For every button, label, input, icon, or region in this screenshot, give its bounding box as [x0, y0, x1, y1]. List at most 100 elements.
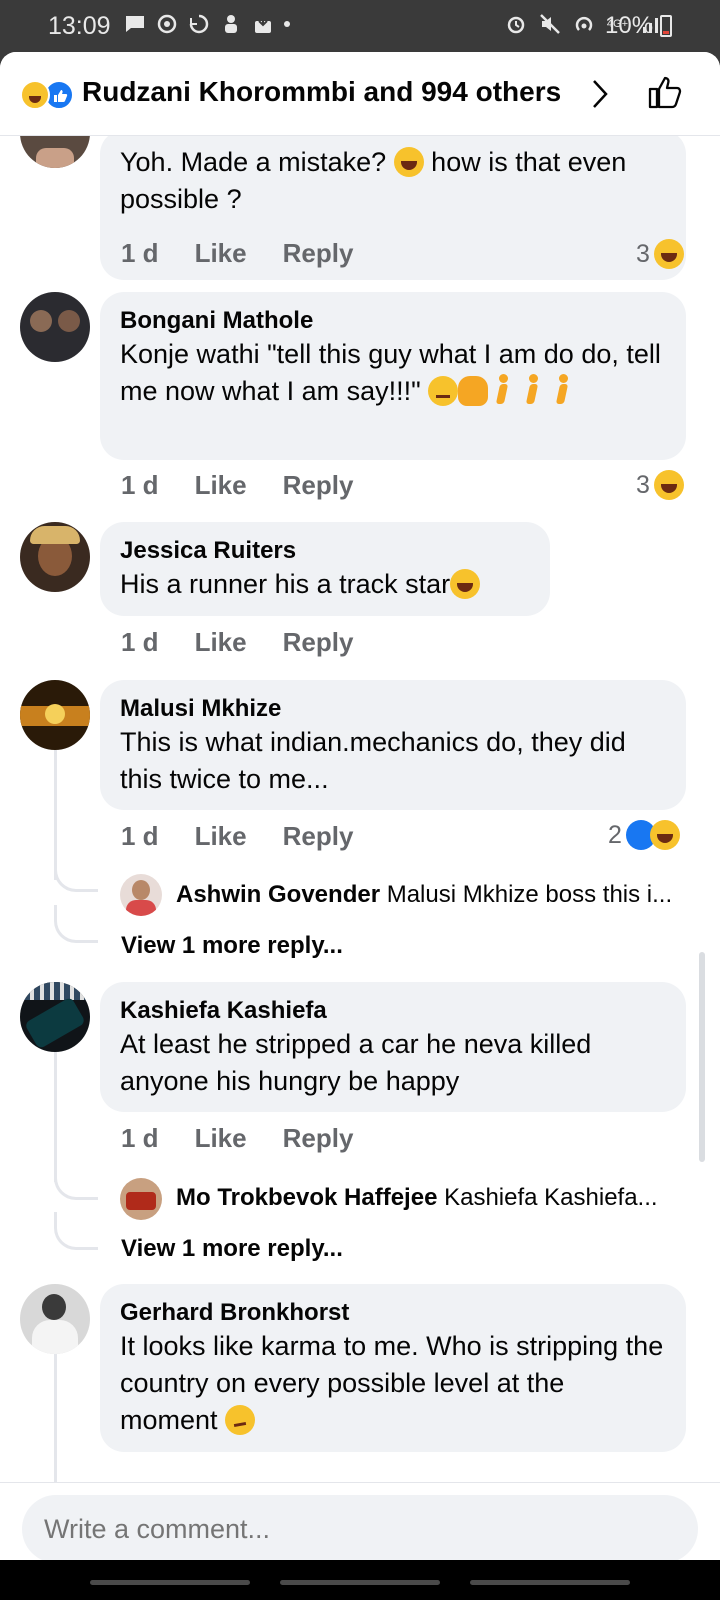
nav-home[interactable] [280, 1580, 440, 1585]
reply-preview[interactable]: Ashwin Govender Malusi Mkhize boss this … [176, 881, 696, 909]
alarm-icon [507, 16, 525, 34]
nav-back[interactable] [470, 1580, 630, 1585]
thread-connector [54, 905, 98, 943]
commenter-name[interactable]: Malusi Mkhize [120, 694, 666, 724]
shrug-emoji-icon [458, 376, 489, 406]
thinking-face-emoji-icon [225, 1405, 256, 1435]
walking-person-emoji-icon [552, 374, 574, 406]
reactions-summary[interactable]: Rudzani Khorommbi and 994 others [82, 76, 561, 108]
view-more-replies[interactable]: View 1 more reply... [121, 1235, 343, 1263]
whatsapp-icon [157, 14, 177, 34]
comment-text: This is what indian.mechanics do, they d… [120, 727, 626, 794]
haha-reaction-icon [20, 80, 50, 110]
comment-bubble[interactable]: Kashiefa Kashiefa At least he stripped a… [100, 982, 686, 1112]
reply-text: Malusi Mkhize boss this i... [386, 881, 673, 908]
reaction-count-number: 2 [608, 820, 622, 849]
comment-time: 1 d [121, 238, 159, 268]
reaction-count[interactable]: 2 [608, 820, 680, 850]
reaction-count[interactable]: 3 [636, 470, 684, 500]
hotspot-icon [575, 16, 593, 31]
reply-text: Kashiefa Kashiefa... [444, 1184, 658, 1211]
avatar[interactable] [20, 292, 90, 362]
commenter-name[interactable]: Bongani Mathole [120, 306, 666, 336]
comment-text: Yoh. Made a mistake? [120, 147, 394, 177]
commenter-name[interactable]: Jessica Ruiters [120, 536, 530, 566]
commenter-name[interactable]: Kashiefa Kashiefa [120, 996, 666, 1026]
reaction-count-number: 3 [636, 239, 650, 268]
nav-recents[interactable] [90, 1580, 250, 1585]
avatar[interactable] [20, 680, 90, 750]
status-bar: 13:09 4G+ 10% [0, 0, 720, 52]
reaction-count-number: 3 [636, 470, 650, 499]
comment-actions: 1 d Like Reply [121, 470, 353, 501]
avatar[interactable] [20, 1284, 90, 1354]
like-button[interactable]: Like [195, 1123, 247, 1154]
haha-reaction-icon [653, 239, 684, 269]
avatar[interactable] [120, 1178, 162, 1220]
neutral-face-emoji-icon [428, 376, 459, 406]
notification-icon [225, 15, 237, 33]
walking-person-emoji-icon [522, 374, 544, 406]
battery-percent: 10% [605, 12, 654, 39]
comment-bubble[interactable]: Bongani Mathole Konje wathi "tell this g… [100, 292, 686, 460]
comment-actions: 1 d Like Reply [121, 238, 353, 269]
like-button[interactable]: Like [195, 627, 247, 658]
reaction-count[interactable]: 3 [636, 239, 684, 269]
reply-preview[interactable]: Mo Trokbevok Haffejee Kashiefa Kashiefa.… [176, 1184, 696, 1212]
comment-time: 1 d [121, 1123, 159, 1153]
avatar[interactable] [20, 982, 90, 1052]
tears-of-joy-emoji-icon [450, 569, 481, 599]
battery-icon [660, 15, 672, 37]
comment-time: 1 d [121, 821, 159, 851]
comments-sheet: Rudzani Khorommbi and 994 others Yoh. Ma… [0, 52, 720, 1560]
reply-author[interactable]: Mo Trokbevok Haffejee [176, 1184, 437, 1211]
reply-button[interactable]: Reply [283, 470, 354, 501]
status-time: 13:09 [48, 12, 111, 40]
comment-time: 1 d [121, 627, 159, 657]
message-icon [126, 16, 144, 32]
comment-bubble[interactable]: Malusi Mkhize This is what indian.mechan… [100, 680, 686, 810]
view-more-replies[interactable]: View 1 more reply... [121, 932, 343, 960]
thread-line [54, 1354, 57, 1494]
like-button[interactable]: Like [195, 470, 247, 501]
comment-actions: 1 d Like Reply [121, 1123, 353, 1154]
comment-input[interactable] [22, 1495, 698, 1560]
comment-text: His a runner his a track star [120, 569, 451, 599]
reply-button[interactable]: Reply [283, 627, 354, 658]
comment-bubble[interactable]: Jessica Ruiters His a runner his a track… [100, 522, 550, 616]
mute-icon [540, 14, 560, 34]
comment-bubble[interactable]: Gerhard Bronkhorst It looks like karma t… [100, 1284, 686, 1452]
thread-connector [54, 1212, 98, 1250]
laughing-emoji-icon [393, 147, 424, 177]
more-notifications-dot [284, 21, 290, 27]
reply-button[interactable]: Reply [283, 238, 354, 269]
like-button[interactable]: Like [195, 821, 247, 852]
status-notification-icons [124, 13, 290, 35]
sync-icon [189, 14, 209, 34]
scrollbar[interactable] [699, 952, 705, 1162]
thread-connector [54, 1162, 98, 1200]
avatar[interactable] [120, 874, 162, 916]
system-nav-bar [0, 1560, 720, 1600]
like-button[interactable]: Like [195, 238, 247, 269]
commenter-name[interactable]: Gerhard Bronkhorst [120, 1298, 666, 1328]
comment-text: It looks like karma to me. Who is stripp… [120, 1331, 664, 1435]
chevron-right-icon[interactable] [590, 78, 610, 110]
download-icon [255, 15, 271, 33]
haha-reaction-icon [649, 820, 680, 850]
walking-person-emoji-icon [492, 374, 514, 406]
reply-button[interactable]: Reply [283, 1123, 354, 1154]
comment-actions: 1 d Like Reply [121, 821, 353, 852]
reaction-icons [20, 80, 78, 110]
haha-reaction-icon [653, 470, 684, 500]
comment-actions: 1 d Like Reply [121, 627, 353, 658]
reactions-header[interactable]: Rudzani Khorommbi and 994 others [0, 52, 720, 136]
comment-text: Konje wathi "tell this guy what I am do … [120, 339, 661, 406]
thumbs-up-icon[interactable] [648, 74, 682, 110]
comment-time: 1 d [121, 470, 159, 500]
avatar[interactable] [20, 522, 90, 592]
reply-button[interactable]: Reply [283, 821, 354, 852]
comment-composer [0, 1482, 720, 1560]
comment-text: At least he stripped a car he neva kille… [120, 1029, 592, 1096]
reply-author[interactable]: Ashwin Govender [176, 881, 380, 908]
